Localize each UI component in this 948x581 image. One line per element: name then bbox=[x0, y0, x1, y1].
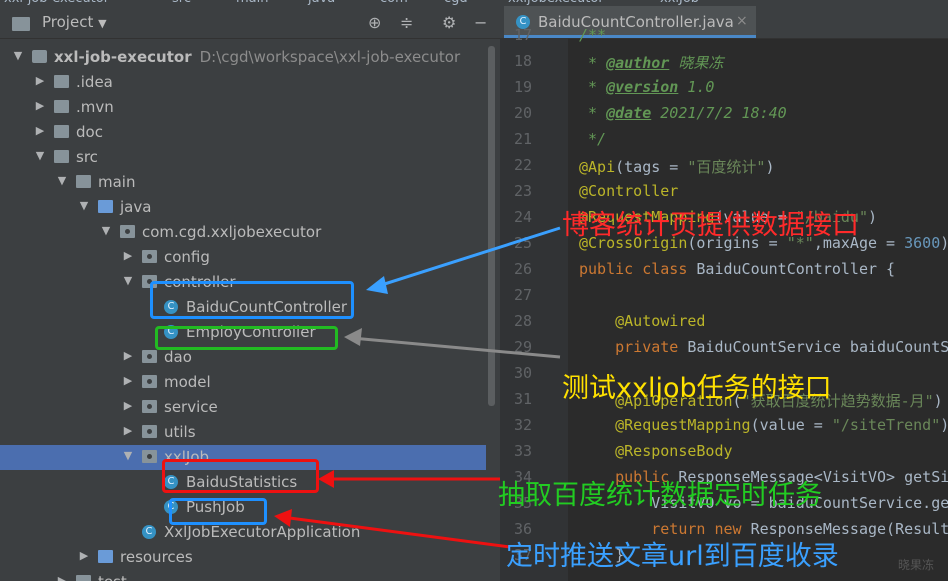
annotation-push-url-job: 定时推送文章url到百度收录 bbox=[506, 541, 839, 572]
annotation-baidu-stats-job: 抽取百度统计数据定时任务 bbox=[498, 480, 822, 511]
grey-arrowhead bbox=[344, 328, 362, 346]
red-arrowhead-1 bbox=[318, 470, 334, 488]
red-arrowhead-2 bbox=[274, 509, 292, 527]
annotation-test-job-api: 测试xxljob任务的接口 bbox=[562, 373, 832, 404]
red-arrow-2 bbox=[281, 515, 511, 549]
blue-arrowhead bbox=[366, 276, 388, 294]
grey-arrow bbox=[351, 336, 561, 359]
blue-arrow bbox=[371, 226, 561, 290]
annotation-blog-stats-api: 博客统计页提供数据接口 bbox=[562, 210, 859, 241]
highlight-box-push-job bbox=[169, 498, 267, 525]
highlight-box-baidu-count-controller bbox=[150, 281, 354, 319]
highlight-box-baidu-statistics bbox=[162, 459, 319, 493]
highlight-box-employ-controller bbox=[155, 326, 338, 350]
